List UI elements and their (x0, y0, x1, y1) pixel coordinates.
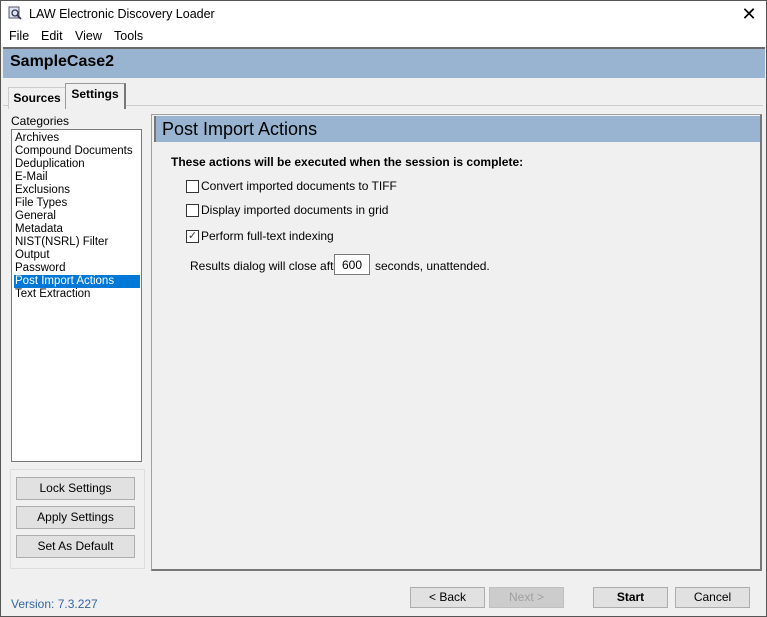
case-header: SampleCase2 (3, 47, 765, 78)
category-item[interactable]: Metadata (14, 223, 140, 236)
cancel-button[interactable]: Cancel (675, 587, 750, 608)
category-item[interactable]: Password (14, 262, 140, 275)
category-item[interactable]: Compound Documents (14, 145, 140, 158)
results-seconds-input[interactable]: 600 (334, 254, 370, 275)
convert-tiff-label: Convert imported documents to TIFF (201, 179, 397, 193)
category-item[interactable]: Archives (14, 132, 140, 145)
category-item-selected[interactable]: Post Import Actions (14, 275, 140, 288)
results-suffix-label: seconds, unattended. (375, 259, 490, 273)
panel-header: Post Import Actions (154, 116, 760, 142)
category-item[interactable]: Output (14, 249, 140, 262)
lock-settings-button[interactable]: Lock Settings (16, 477, 135, 500)
category-item[interactable]: E-Mail (14, 171, 140, 184)
category-item[interactable]: Deduplication (14, 158, 140, 171)
menu-view[interactable]: View (75, 29, 102, 43)
full-text-indexing-checkbox[interactable]: ✓ (186, 230, 199, 243)
title-bar: LAW Electronic Discovery Loader ✕ (1, 1, 766, 27)
full-text-indexing-label: Perform full-text indexing (201, 229, 334, 243)
display-grid-checkbox[interactable] (186, 204, 199, 217)
panel-title: Post Import Actions (162, 119, 318, 139)
intro-text: These actions will be executed when the … (171, 155, 524, 169)
category-item[interactable]: NIST(NSRL) Filter (14, 236, 140, 249)
apply-settings-button[interactable]: Apply Settings (16, 506, 135, 529)
menu-bar: File Edit View Tools (1, 27, 766, 47)
version-label: Version: 7.3.227 (11, 597, 98, 611)
category-item[interactable]: Text Extraction (14, 288, 140, 301)
category-item[interactable]: File Types (14, 197, 140, 210)
back-button[interactable]: < Back (410, 587, 485, 608)
tab-sources[interactable]: Sources (8, 87, 66, 109)
tab-settings[interactable]: Settings (65, 83, 126, 109)
display-grid-label: Display imported documents in grid (201, 203, 389, 217)
category-item[interactable]: General (14, 210, 140, 223)
categories-label: Categories (11, 114, 70, 128)
menu-file[interactable]: File (9, 29, 29, 43)
next-button[interactable]: Next > (489, 587, 564, 608)
window-title: LAW Electronic Discovery Loader (29, 7, 215, 21)
convert-tiff-checkbox[interactable] (186, 180, 199, 193)
category-item[interactable]: Exclusions (14, 184, 140, 197)
app-logo-icon (8, 6, 22, 20)
menu-tools[interactable]: Tools (114, 29, 143, 43)
close-icon[interactable]: ✕ (738, 3, 760, 25)
results-dialog-label: Results dialog will close after (190, 259, 345, 273)
case-name: SampleCase2 (10, 53, 115, 70)
menu-edit[interactable]: Edit (41, 29, 63, 43)
categories-list[interactable]: Archives Compound Documents Deduplicatio… (11, 129, 142, 462)
app-window: LAW Electronic Discovery Loader ✕ File E… (0, 0, 767, 617)
start-button[interactable]: Start (593, 587, 668, 608)
set-as-default-button[interactable]: Set As Default (16, 535, 135, 558)
